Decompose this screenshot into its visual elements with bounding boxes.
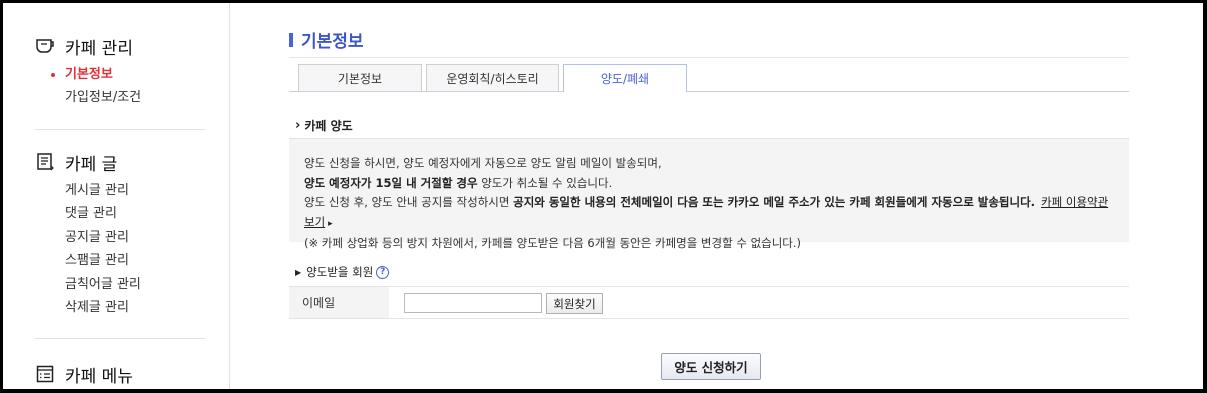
chevron-right-icon: › bbox=[295, 118, 301, 133]
notice-line: 양도 신청 후, 양도 안내 공지를 작성하시면 공지와 동일한 내용의 전체메… bbox=[304, 193, 1114, 234]
sidebar-item-spam[interactable]: 스팸글 관리 bbox=[65, 249, 205, 272]
page-title-text: 기본정보 bbox=[301, 32, 364, 52]
cup-icon bbox=[35, 36, 55, 56]
document-icon bbox=[35, 152, 55, 172]
sidebar-submenu: 게시글 관리 댓글 관리 공지글 관리 스팸글 관리 금칙어글 관리 삭제글 관… bbox=[65, 179, 205, 319]
sidebar-item-comments[interactable]: 댓글 관리 bbox=[65, 202, 205, 225]
notice-line: (※ 카페 상업화 등의 방지 차원에서, 카페를 양도받은 다음 6개월 동안… bbox=[304, 234, 1114, 254]
notice-line: 양도 신청을 하시면, 양도 예정자에게 자동으로 양도 알림 메일이 발송되며… bbox=[304, 154, 1114, 174]
sidebar-item-basic-info[interactable]: 기본정보 bbox=[51, 63, 205, 86]
sidebar-section-title: 카페 관리 bbox=[65, 38, 133, 59]
email-form-row: 이메일 회원찾기 bbox=[289, 286, 1129, 319]
main-content: 기본정보 기본정보 운영회칙/히스토리 양도/폐쇄 › 카페 양도 양도 신청을… bbox=[289, 3, 1129, 389]
sidebar: 카페 관리 기본정보 가입정보/조건 카페 글 게시글 관리 댓글 관리 공지글… bbox=[3, 3, 230, 389]
sidebar-section-cafe-management: 카페 관리 기본정보 가입정보/조건 bbox=[35, 34, 205, 110]
notice-text: 양도가 취소될 수 있습니다. bbox=[477, 175, 613, 190]
request-transfer-button[interactable]: 양도 신청하기 bbox=[661, 353, 761, 380]
sidebar-item-posts[interactable]: 게시글 관리 bbox=[65, 179, 205, 202]
sidebar-item-deleted[interactable]: 삭제글 관리 bbox=[65, 296, 205, 319]
page-title: 기본정보 bbox=[289, 27, 364, 52]
title-divider bbox=[289, 57, 1129, 58]
notice-text: 양도 신청을 하시면, 양도 예정자에게 자동으로 양도 알림 메일이 발송되며… bbox=[304, 156, 662, 170]
section-heading-text: 카페 양도 bbox=[304, 119, 353, 133]
arrow-right-icon: ▸ bbox=[328, 218, 333, 229]
sidebar-section-title: 카페 메뉴 bbox=[65, 366, 133, 387]
title-accent-bar bbox=[289, 32, 293, 47]
sidebar-section-header[interactable]: 카페 관리 bbox=[35, 34, 205, 59]
sidebar-item-join-info[interactable]: 가입정보/조건 bbox=[65, 86, 205, 109]
help-icon[interactable]: ? bbox=[376, 265, 390, 279]
sidebar-divider bbox=[35, 338, 205, 339]
menu-list-icon bbox=[35, 364, 55, 384]
section-heading-recipient: ▶ 양도받을 회원 ? bbox=[295, 264, 390, 280]
tab-bar: 기본정보 운영회칙/히스토리 양도/폐쇄 bbox=[289, 64, 1129, 92]
section-heading-transfer: › 카페 양도 bbox=[295, 117, 353, 134]
sidebar-item-banned-words[interactable]: 금칙어글 관리 bbox=[65, 273, 205, 296]
sidebar-section-header[interactable]: 카페 메뉴 bbox=[35, 362, 205, 387]
email-input[interactable] bbox=[404, 293, 542, 313]
sidebar-divider bbox=[35, 129, 205, 130]
tab-transfer-close[interactable]: 양도/폐쇄 bbox=[563, 64, 687, 92]
section-heading-text: 양도받을 회원 bbox=[306, 265, 374, 279]
app-window: 카페 관리 기본정보 가입정보/조건 카페 글 게시글 관리 댓글 관리 공지글… bbox=[3, 3, 1203, 389]
sidebar-section-title: 카페 글 bbox=[65, 154, 118, 175]
find-member-button[interactable]: 회원찾기 bbox=[546, 293, 603, 314]
notice-text: 양도 신청 후, 양도 안내 공지를 작성하시면 bbox=[304, 195, 514, 209]
sidebar-submenu: 기본정보 가입정보/조건 bbox=[51, 63, 205, 110]
notice-text-bold: 양도 예정자가 15일 내 거절할 경우 bbox=[304, 175, 478, 190]
sidebar-section-header[interactable]: 카페 글 bbox=[35, 150, 205, 175]
notice-text: (※ 카페 상업화 등의 방지 차원에서, 카페를 양도받은 다음 6개월 동안… bbox=[304, 236, 802, 250]
sidebar-item-notices[interactable]: 공지글 관리 bbox=[65, 226, 205, 249]
notice-line: 양도 예정자가 15일 내 거절할 경우 양도가 취소될 수 있습니다. bbox=[304, 174, 1114, 194]
sidebar-section-cafe-menu: 카페 메뉴 bbox=[35, 362, 205, 387]
notice-text-bold: 공지와 동일한 내용의 전체메일이 다음 또는 카카오 메일 주소가 있는 카페… bbox=[513, 195, 1036, 209]
triangle-right-icon: ▶ bbox=[295, 267, 302, 277]
transfer-notice-box: 양도 신청을 하시면, 양도 예정자에게 자동으로 양도 알림 메일이 발송되며… bbox=[289, 138, 1129, 250]
email-label: 이메일 bbox=[289, 287, 389, 318]
tab-basic-info[interactable]: 기본정보 bbox=[298, 64, 422, 91]
tab-rules-history[interactable]: 운영회칙/히스토리 bbox=[426, 64, 559, 91]
tab-baseline bbox=[289, 91, 1129, 92]
sidebar-section-cafe-posts: 카페 글 게시글 관리 댓글 관리 공지글 관리 스팸글 관리 금칙어글 관리 … bbox=[35, 150, 205, 319]
